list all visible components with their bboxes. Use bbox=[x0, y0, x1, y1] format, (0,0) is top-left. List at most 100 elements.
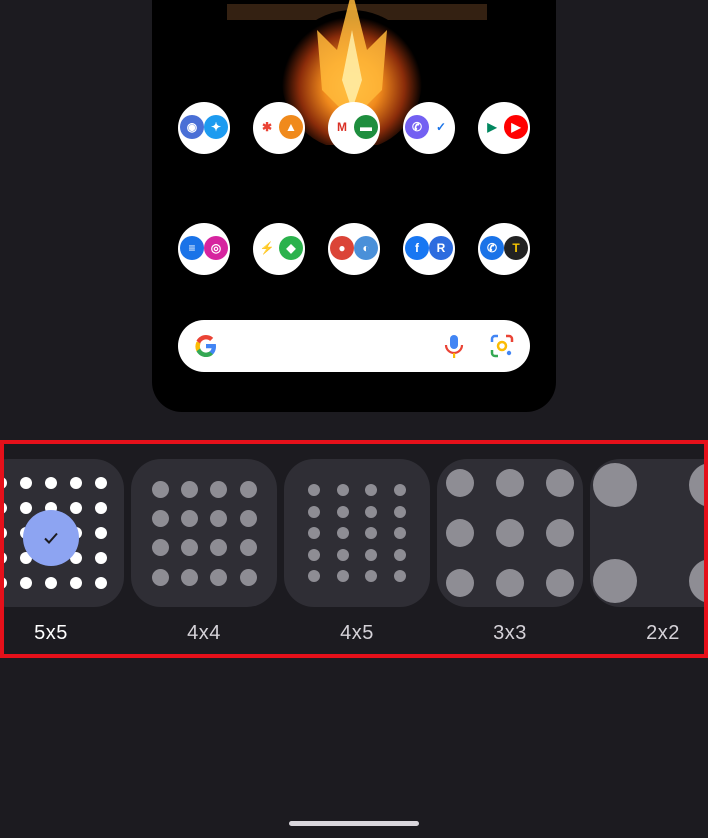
grid-dot bbox=[95, 502, 107, 514]
home-screen-preview: ◉ ✦ ✱ ▲ M ▬ ✆ ✓ ▶ ▶ ≡ ◎ ⚡ ◆ ● ◐ f R ✆ T bbox=[152, 0, 556, 412]
grid-dot bbox=[4, 527, 7, 539]
grid-dot bbox=[308, 484, 320, 496]
grid-dot bbox=[210, 509, 228, 527]
google-search-bar[interactable] bbox=[178, 320, 530, 372]
app-folder[interactable]: ✱ ▲ bbox=[253, 102, 305, 154]
grid-dot bbox=[394, 548, 406, 561]
app-folder[interactable]: ✆ T bbox=[478, 223, 530, 275]
grid-dot bbox=[308, 505, 320, 518]
grid-option-label: 2x2 bbox=[646, 622, 680, 644]
grid-dot bbox=[496, 569, 524, 597]
grid-dot bbox=[45, 577, 57, 589]
grid-option-label: 3x3 bbox=[493, 622, 527, 644]
grid-dot bbox=[4, 577, 7, 589]
grid-dot bbox=[308, 570, 320, 582]
grid-dot bbox=[70, 477, 82, 489]
app-folder[interactable]: ≡ ◎ bbox=[178, 223, 230, 275]
app-folder[interactable]: ✆ ✓ bbox=[403, 102, 455, 154]
grid-dot bbox=[70, 502, 82, 514]
app-folder[interactable]: ▶ ▶ bbox=[478, 102, 530, 154]
grid-dot bbox=[180, 509, 198, 527]
gmail-icon: M bbox=[330, 115, 354, 139]
grid-dot bbox=[593, 463, 637, 507]
feedly-icon: ◆ bbox=[279, 236, 303, 260]
grid-dot bbox=[336, 484, 349, 496]
app-folder[interactable]: ⚡ ◆ bbox=[253, 223, 305, 275]
grid-dot bbox=[394, 527, 406, 539]
grid-dot bbox=[4, 477, 7, 489]
grid-option-label: 5x5 bbox=[34, 622, 68, 644]
grid-dot bbox=[95, 552, 107, 564]
gallery-icon: ▲ bbox=[279, 115, 303, 139]
messages-icon: ≡ bbox=[180, 236, 204, 260]
app-folder[interactable]: ● ◐ bbox=[328, 223, 380, 275]
grid-dot bbox=[496, 469, 524, 497]
grid-dot bbox=[394, 570, 406, 582]
drive-icon: ▬ bbox=[354, 115, 378, 139]
grid-dot bbox=[151, 568, 169, 586]
grid-dot bbox=[151, 480, 169, 498]
grid-dot bbox=[365, 484, 378, 496]
grid-option-4x4[interactable] bbox=[131, 459, 277, 607]
grid-dot bbox=[593, 559, 637, 603]
youtube-icon: ▶ bbox=[504, 115, 528, 139]
grid-dot bbox=[210, 480, 228, 498]
microphone-icon[interactable] bbox=[440, 332, 468, 360]
grid-dot bbox=[180, 568, 198, 586]
instagram-icon: ◎ bbox=[204, 236, 228, 260]
tasks-icon: ✓ bbox=[429, 115, 453, 139]
grid-option-2x2[interactable] bbox=[590, 459, 704, 607]
gesture-navigation-bar[interactable] bbox=[289, 821, 419, 826]
grid-dot bbox=[210, 539, 228, 557]
selected-check-icon bbox=[23, 510, 79, 566]
google-lens-icon[interactable] bbox=[488, 332, 516, 360]
grid-dot bbox=[689, 559, 704, 603]
grid-option-5x5[interactable] bbox=[4, 459, 124, 607]
grid-dot bbox=[308, 527, 320, 539]
reader-icon: R bbox=[429, 236, 453, 260]
grid-dot bbox=[4, 502, 7, 514]
facebook-icon: f bbox=[405, 236, 429, 260]
grid-options-carousel[interactable]: 5x5 4x4 4x5 3x3 2x2 bbox=[0, 440, 708, 658]
grid-option-label: 4x5 bbox=[340, 622, 374, 644]
grid-option-4x5[interactable] bbox=[284, 459, 430, 607]
viber-icon: ✆ bbox=[405, 115, 429, 139]
grid-dot bbox=[180, 539, 198, 557]
grid-dot bbox=[336, 570, 349, 582]
grid-dot bbox=[336, 548, 349, 561]
grid-dot bbox=[308, 548, 320, 561]
grid-dot bbox=[546, 569, 574, 597]
grid-dot bbox=[446, 519, 474, 547]
grid-dot bbox=[20, 502, 32, 514]
camera-icon: ◉ bbox=[180, 115, 204, 139]
grid-dot bbox=[95, 527, 107, 539]
grid-dot bbox=[336, 505, 349, 518]
tile-icon: T bbox=[504, 236, 528, 260]
grid-dot bbox=[239, 509, 257, 527]
grid-dot bbox=[365, 548, 378, 561]
photos-icon: ✱ bbox=[255, 115, 279, 139]
grid-dot bbox=[239, 539, 257, 557]
grid-dot bbox=[239, 480, 257, 498]
twitter-icon: ✦ bbox=[204, 115, 228, 139]
grid-dot bbox=[365, 505, 378, 518]
app-folder[interactable]: M ▬ bbox=[328, 102, 380, 154]
grid-dot bbox=[365, 527, 378, 539]
messenger-icon: ⚡ bbox=[255, 236, 279, 260]
chrome-icon: ● bbox=[330, 236, 354, 260]
grid-option-label: 4x4 bbox=[187, 622, 221, 644]
grid-dot bbox=[239, 568, 257, 586]
grid-option-3x3[interactable] bbox=[437, 459, 583, 607]
grid-dot bbox=[546, 469, 574, 497]
grid-dot bbox=[4, 552, 7, 564]
app-folder[interactable]: ◉ ✦ bbox=[178, 102, 230, 154]
grid-dot bbox=[95, 477, 107, 489]
grid-dot bbox=[394, 505, 406, 518]
grid-dot bbox=[45, 477, 57, 489]
app-folder[interactable]: f R bbox=[403, 223, 455, 275]
grid-dot bbox=[546, 519, 574, 547]
grid-dot bbox=[180, 480, 198, 498]
grid-dot bbox=[446, 469, 474, 497]
browser-icon: ◐ bbox=[354, 236, 378, 260]
grid-dot bbox=[95, 577, 107, 589]
